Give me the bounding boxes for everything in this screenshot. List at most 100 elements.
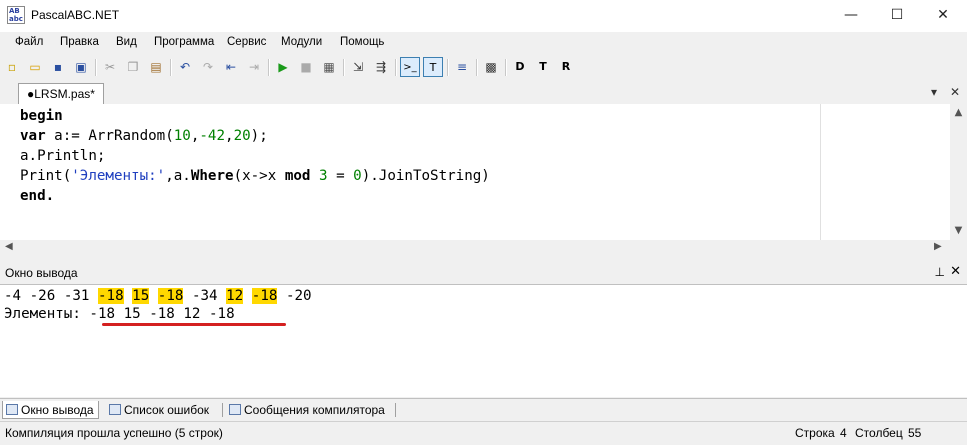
highlighted-number: -18 <box>251 288 278 304</box>
redo-button[interactable]: ↷ <box>198 57 218 77</box>
close-window-button[interactable]: ✕ <box>920 0 966 30</box>
bottom-tabs: Окно вывода Список ошибок Сообщения комп… <box>0 398 967 421</box>
scroll-up-icon[interactable]: ▲ <box>950 107 967 118</box>
highlighted-number: -18 <box>157 288 184 304</box>
output-window-icon <box>6 404 18 415</box>
status-col-value: 55 <box>908 426 922 440</box>
output-panel-title: Окно вывода <box>5 266 78 280</box>
toolbar-separator <box>447 59 449 76</box>
menu-edit[interactable]: Правка <box>60 36 99 48</box>
pin-icon[interactable]: ⊥ <box>935 265 945 279</box>
code-line: a.Println; <box>20 148 106 164</box>
toolbar-separator <box>95 59 97 76</box>
debug-step-over-button[interactable]: ⇶ <box>371 57 391 77</box>
compile-button[interactable]: ▦ <box>319 57 339 77</box>
navigate-forward-button[interactable]: ⇥ <box>244 57 264 77</box>
menu-service[interactable]: Сервис <box>227 36 266 48</box>
new-file-button[interactable]: ▫ <box>2 57 22 77</box>
result-values: -18 15 -18 12 -18 <box>89 306 235 322</box>
console-output-button[interactable]: >_ <box>400 57 420 77</box>
format-code-button[interactable]: ≡ <box>452 57 472 77</box>
highlighted-number: 12 <box>226 288 244 304</box>
scrollbar-corner <box>950 240 967 257</box>
scroll-right-icon[interactable]: ▶ <box>934 241 942 252</box>
window-title: PascalABC.NET <box>31 8 120 22</box>
output-number: -26 <box>29 288 56 304</box>
code-line: end. <box>20 188 55 204</box>
editor-tab-bar: ●LRSM.pas* ▾ ✕ <box>0 82 967 105</box>
tab-separator <box>395 403 396 417</box>
status-col-label: Столбец <box>855 426 903 440</box>
file-t-button[interactable]: T <box>533 57 553 77</box>
menu-bar: Файл Правка Вид Программа Сервис Модули … <box>0 33 967 53</box>
output-number: -20 <box>285 288 312 304</box>
menu-modules[interactable]: Модули <box>281 36 322 48</box>
menu-program[interactable]: Программа <box>154 36 214 48</box>
compiler-messages-icon <box>229 404 241 415</box>
editor-horizontal-scrollbar[interactable]: ◀ ▶ <box>0 240 950 257</box>
save-all-button[interactable]: ▣ <box>71 57 91 77</box>
output-numbers-line: -4 -26 -31 -18 15 -18 -34 12 -18 -20 <box>4 288 312 304</box>
output-number: -34 <box>191 288 218 304</box>
scroll-down-icon[interactable]: ▼ <box>950 225 967 236</box>
tab-compiler-messages-label: Сообщения компилятора <box>244 403 385 417</box>
tab-output-window[interactable]: Окно вывода <box>2 401 99 419</box>
undo-button[interactable]: ↶ <box>175 57 195 77</box>
scroll-left-icon[interactable]: ◀ <box>5 241 13 252</box>
run-button[interactable]: ▶ <box>273 57 293 77</box>
toolbar-separator <box>268 59 270 76</box>
code-editor[interactable]: begin var a:= ArrRandom(10,-42,20); a.Prin… <box>0 104 967 257</box>
output-window[interactable]: -4 -26 -31 -18 15 -18 -34 12 -18 -20 Эле… <box>0 284 967 397</box>
status-message: Компиляция прошла успешно (5 строк) <box>5 426 223 440</box>
copy-button[interactable]: ❐ <box>123 57 143 77</box>
toolbar-separator <box>170 59 172 76</box>
minimize-button[interactable]: — <box>828 0 874 30</box>
code-line: Print('Элементы:',a.Where(x->x mod 3 = 0… <box>20 168 490 184</box>
result-label: Элементы: <box>4 306 81 322</box>
close-tab-icon[interactable]: ✕ <box>950 85 960 99</box>
maximize-button[interactable]: ☐ <box>874 0 920 30</box>
output-number: -4 <box>4 288 22 304</box>
save-button[interactable]: ▪ <box>48 57 68 77</box>
tab-output-window-label: Окно вывода <box>21 403 94 417</box>
pascalabc-app-icon: AB abc <box>7 6 25 24</box>
red-underline-annotation <box>102 323 286 326</box>
toolbar-separator <box>395 59 397 76</box>
form-designer-button[interactable]: ▩ <box>481 57 501 77</box>
status-line-value: 4 <box>840 426 847 440</box>
error-list-icon <box>109 404 121 415</box>
open-file-button[interactable]: ▭ <box>25 57 45 77</box>
editor-vertical-scrollbar[interactable]: ▲ ▼ <box>950 104 967 240</box>
stop-button[interactable]: ■ <box>296 57 316 77</box>
tab-separator <box>222 403 223 417</box>
debug-step-button[interactable]: ⇲ <box>348 57 368 77</box>
code-line: var a:= ArrRandom(10,-42,20); <box>20 128 268 144</box>
output-result-line: Элементы: -18 15 -18 12 -18 <box>4 306 235 322</box>
tab-error-list-label: Список ошибок <box>124 403 210 417</box>
tab-lrsm-pas[interactable]: ●LRSM.pas* <box>18 83 104 105</box>
file-d-button[interactable]: D <box>510 57 530 77</box>
tab-compiler-messages[interactable]: Сообщения компилятора <box>226 401 385 419</box>
output-panel-header: Окно вывода ⊥ ✕ <box>0 263 967 283</box>
right-margin-line <box>820 104 821 240</box>
code-line: begin <box>20 108 63 124</box>
toolbar: ▫ ▭ ▪ ▣ ✂ ❐ ▤ ↶ ↷ ⇤ ⇥ ▶ ■ ▦ ⇲ ⇶ >_ T ≡ ▩… <box>0 55 967 81</box>
text-output-button[interactable]: T <box>423 57 443 77</box>
paste-button[interactable]: ▤ <box>146 57 166 77</box>
toolbar-separator <box>476 59 478 76</box>
menu-help[interactable]: Помощь <box>340 36 384 48</box>
toolbar-separator <box>505 59 507 76</box>
highlighted-number: 15 <box>132 288 150 304</box>
close-panel-icon[interactable]: ✕ <box>950 264 961 279</box>
menu-file[interactable]: Файл <box>15 36 43 48</box>
file-r-button[interactable]: R <box>556 57 576 77</box>
tab-list-dropdown-icon[interactable]: ▾ <box>931 85 937 99</box>
navigate-back-button[interactable]: ⇤ <box>221 57 241 77</box>
code-text[interactable]: begin var a:= ArrRandom(10,-42,20); a.Prin… <box>20 106 490 206</box>
editor-gutter <box>0 104 18 240</box>
tab-error-list[interactable]: Список ошибок <box>106 401 209 419</box>
title-bar: AB abc PascalABC.NET — ☐ ✕ <box>0 0 967 32</box>
output-number: -31 <box>63 288 90 304</box>
menu-view[interactable]: Вид <box>116 36 137 48</box>
cut-button[interactable]: ✂ <box>100 57 120 77</box>
